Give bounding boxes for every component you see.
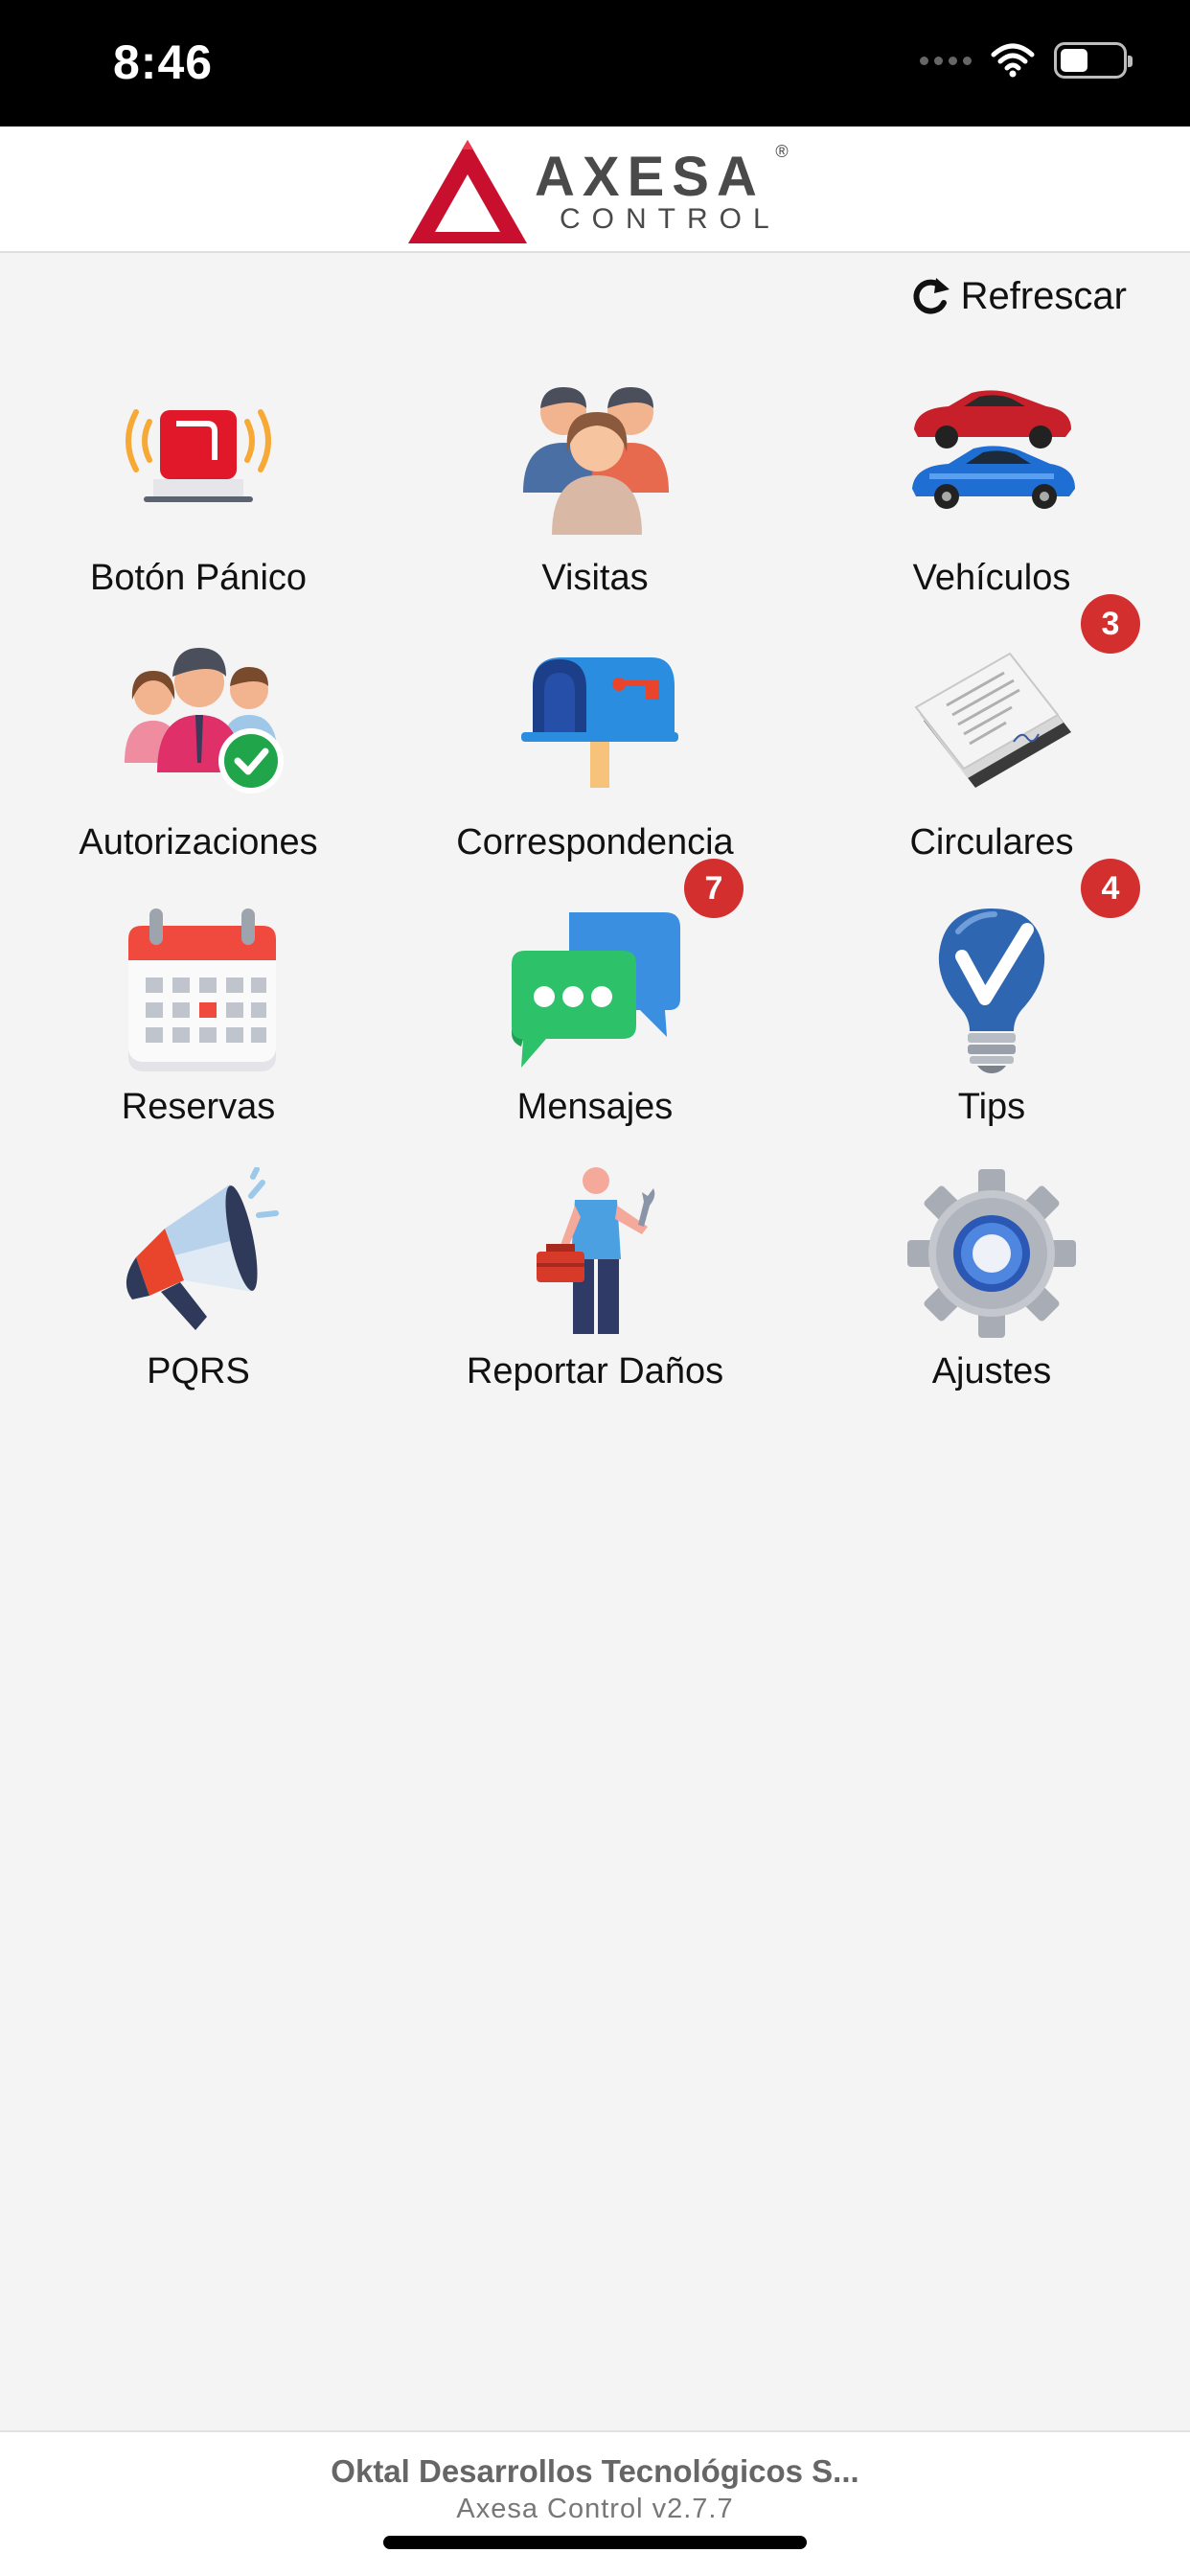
app-header: AXESA CONTROL ®	[0, 126, 1190, 253]
refresh-icon	[913, 278, 950, 314]
logo-title: AXESA	[535, 146, 765, 208]
refresh-label: Refrescar	[960, 274, 1127, 317]
visitors-icon	[504, 374, 686, 546]
status-bar: 8:46	[0, 0, 1190, 126]
documents-icon	[901, 638, 1083, 811]
menu-label: PQRS	[147, 1351, 250, 1392]
lightbulb-icon	[901, 903, 1083, 1075]
menu-label: Mensajes	[516, 1087, 674, 1127]
home-indicator[interactable]	[383, 2536, 807, 2549]
vehicles-icon	[901, 374, 1083, 546]
calendar-icon	[107, 903, 289, 1075]
footer-company: Oktal Desarrollos Tecnológicos S...	[331, 2453, 859, 2489]
menu-item-circulares[interactable]: Circulares 3	[793, 594, 1190, 884]
megaphone-icon	[107, 1167, 289, 1340]
menu-item-boton-panico[interactable]: Botón Pánico	[0, 355, 397, 619]
menu-label: Vehículos	[912, 558, 1071, 598]
status-time: 8:46	[113, 35, 214, 89]
menu-label: Ajustes	[931, 1351, 1052, 1392]
repairman-icon	[504, 1167, 686, 1340]
menu-label: Reportar Daños	[466, 1351, 724, 1392]
unread-badge: 4	[1081, 859, 1140, 918]
menu-label: Botón Pánico	[89, 558, 308, 598]
menu-label: Autorizaciones	[79, 822, 318, 862]
menu-item-pqrs[interactable]: PQRS	[0, 1148, 397, 1413]
menu-item-reservas[interactable]: Reservas	[0, 884, 397, 1148]
footer: Oktal Desarrollos Tecnológicos S... Axes…	[0, 2430, 1190, 2576]
menu-item-autorizaciones[interactable]: Autorizaciones	[0, 619, 397, 884]
battery-icon	[1054, 42, 1133, 79]
logo-triangle-icon	[408, 140, 527, 243]
unread-badge: 7	[684, 859, 744, 918]
menu-item-mensajes[interactable]: Mensajes 7	[397, 859, 793, 1148]
authorizations-icon	[107, 638, 289, 811]
status-icons	[920, 42, 1133, 79]
mailbox-icon	[504, 638, 686, 811]
menu-item-ajustes[interactable]: Ajustes	[793, 1148, 1190, 1413]
logo-subtitle: CONTROL	[560, 203, 781, 235]
wifi-icon	[991, 43, 1035, 78]
logo-registered-mark: ®	[775, 142, 789, 161]
menu-label: Tips	[957, 1087, 1026, 1127]
refresh-button[interactable]: Refrescar	[907, 274, 1127, 318]
axesa-logo: AXESA CONTROL ®	[404, 136, 789, 247]
cellular-icon	[920, 56, 972, 65]
menu-label: Reservas	[121, 1087, 276, 1127]
chat-icon	[504, 903, 686, 1075]
menu-label: Circulares	[909, 822, 1074, 862]
menu-item-correspondencia[interactable]: Correspondencia	[397, 619, 793, 884]
menu-item-tips[interactable]: Tips 4	[793, 859, 1190, 1148]
menu-item-reportar-danos[interactable]: Reportar Daños	[397, 1148, 793, 1413]
menu-label: Visitas	[541, 558, 649, 598]
panic-alarm-icon	[107, 374, 289, 546]
gear-icon	[901, 1167, 1083, 1340]
menu-label: Correspondencia	[456, 822, 734, 862]
menu-item-visitas[interactable]: Visitas	[397, 355, 793, 619]
menu-item-vehiculos[interactable]: Vehículos	[793, 355, 1190, 619]
unread-badge: 3	[1081, 594, 1140, 654]
footer-version: Axesa Control v2.7.7	[456, 2494, 734, 2524]
